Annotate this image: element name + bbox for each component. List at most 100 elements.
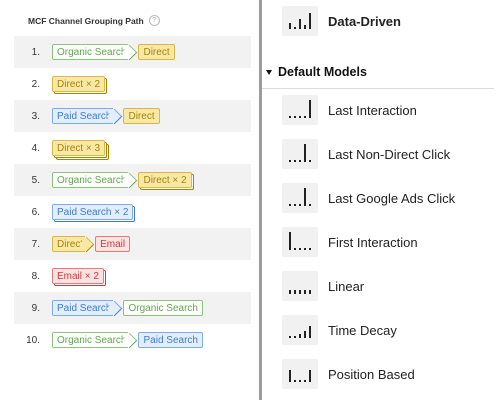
channel-chip-direct: Direct <box>52 236 86 252</box>
model-option-first-interaction[interactable]: First Interaction <box>282 227 418 257</box>
model-bar <box>304 116 306 118</box>
path-row: 9. Paid Search Organic Search <box>14 292 251 324</box>
model-bar <box>304 144 306 162</box>
path-column-header-label: MCF Channel Grouping Path <box>28 15 144 26</box>
path-chips: Paid Search Organic Search <box>52 300 207 316</box>
last-google-ads-click-icon <box>282 183 318 213</box>
model-bar <box>304 248 306 250</box>
model-bar <box>294 204 296 206</box>
path-row-number: 2. <box>31 78 40 90</box>
model-option-time-decay[interactable]: Time Decay <box>282 315 397 345</box>
channel-chip-direct: Direct <box>123 108 160 124</box>
default-models-section-header[interactable]: Default Models <box>266 65 367 79</box>
model-bar <box>289 232 291 250</box>
model-bar <box>294 27 296 29</box>
path-row-number: 8. <box>31 270 40 282</box>
channel-chip-paid: Paid Search <box>52 300 114 316</box>
path-row: 3. Paid Search Direct <box>14 100 251 132</box>
channel-chip-organic: Organic Search <box>52 44 129 60</box>
model-bar <box>309 13 311 29</box>
attribution-models-panel: Default Models Data-Driven Last Interacti… <box>262 0 500 400</box>
model-bar <box>299 116 301 118</box>
model-option-last-non-direct-click[interactable]: Last Non-Direct Click <box>282 139 450 169</box>
path-row-number: 4. <box>31 142 40 154</box>
linear-icon <box>282 271 318 301</box>
path-chips: Organic Search Direct × 2 <box>52 172 196 188</box>
channel-chip-organic: Organic Search <box>123 300 203 316</box>
path-rows: 1. Organic Search Direct 2. Direct × 2 3. Paid… <box>14 36 251 356</box>
path-row-number: 1. <box>31 46 40 58</box>
channel-chip-paid: Paid Search <box>138 332 203 348</box>
model-bar <box>294 290 296 294</box>
position-based-icon <box>282 359 318 389</box>
model-bar <box>309 204 311 206</box>
model-bar <box>294 116 296 118</box>
path-chips: Direct × 3 <box>52 140 109 156</box>
path-chips: Organic Search Paid Search <box>52 332 207 348</box>
time-decay-icon <box>282 315 318 345</box>
model-label: Last Interaction <box>328 102 417 118</box>
path-row: 4. Direct × 3 <box>14 132 251 164</box>
section-divider <box>262 88 494 89</box>
channel-chip-paid: Paid Search × 2 <box>52 204 134 220</box>
model-label: Last Google Ads Click <box>328 190 456 206</box>
path-row: 10. Organic Search Paid Search <box>14 324 251 356</box>
model-bar <box>309 290 311 294</box>
channel-chip-organic: Organic Search <box>52 332 129 348</box>
path-chips: Direct Email <box>52 236 134 252</box>
model-option-data-driven[interactable]: Data-Driven <box>282 6 401 36</box>
mcf-path-panel: MCF Channel Grouping Path ? 1. Organic Se… <box>0 0 251 400</box>
first-interaction-icon <box>282 227 318 257</box>
path-row-number: 7. <box>31 238 40 250</box>
model-bar <box>304 331 306 338</box>
last-non-direct-click-icon <box>282 139 318 169</box>
model-bar <box>294 380 296 382</box>
model-label: Linear <box>328 278 365 294</box>
path-chips: Direct × 2 <box>52 76 109 92</box>
model-bar <box>289 160 291 162</box>
model-option-last-google-ads-click[interactable]: Last Google Ads Click <box>282 183 455 213</box>
model-option-linear[interactable]: Linear <box>282 271 364 301</box>
default-models-title: Default Models <box>278 65 367 79</box>
collapse-caret-icon <box>266 69 272 75</box>
path-row: 2. Direct × 2 <box>14 68 251 100</box>
channel-chip-direct: Direct × 2 <box>52 76 106 92</box>
path-row-number: 3. <box>31 110 40 122</box>
model-bar <box>299 204 301 206</box>
model-bar <box>289 23 291 29</box>
path-row-number: 10. <box>26 334 40 346</box>
last-interaction-icon <box>282 95 318 125</box>
channel-chip-email: Email <box>95 236 131 252</box>
channel-chip-email: Email × 2 <box>52 268 104 284</box>
path-row-number: 9. <box>31 302 40 314</box>
model-bar <box>294 160 296 162</box>
model-label: Position Based <box>328 366 415 382</box>
model-label: Time Decay <box>328 322 397 338</box>
model-bar <box>294 248 296 250</box>
path-row: 7. Direct Email <box>14 228 251 260</box>
model-bar <box>289 336 291 338</box>
model-bar <box>299 334 301 338</box>
path-row-number: 6. <box>31 206 40 218</box>
path-row: 6. Paid Search × 2 <box>14 196 251 228</box>
model-label: Last Non-Direct Click <box>328 146 451 162</box>
model-bar <box>309 160 311 162</box>
model-bar <box>309 326 311 338</box>
model-bar <box>309 370 311 382</box>
model-label: First Interaction <box>328 234 418 250</box>
model-bar <box>289 370 291 382</box>
path-chips: Paid Search Direct <box>52 108 164 124</box>
path-row: 1. Organic Search Direct <box>14 36 251 68</box>
path-row: 5. Organic Search Direct × 2 <box>14 164 251 196</box>
model-bar <box>299 380 301 382</box>
model-bar <box>299 248 301 250</box>
path-row: 8. Email × 2 <box>14 260 251 292</box>
model-option-last-interaction[interactable]: Last Interaction <box>282 95 417 125</box>
model-bar <box>304 290 306 294</box>
model-bar <box>294 336 296 338</box>
path-row-number: 5. <box>31 174 40 186</box>
channel-chip-paid: Paid Search <box>52 108 114 124</box>
model-label: Data-Driven <box>328 13 401 29</box>
help-icon[interactable]: ? <box>148 15 160 26</box>
model-option-position-based[interactable]: Position Based <box>282 359 415 389</box>
